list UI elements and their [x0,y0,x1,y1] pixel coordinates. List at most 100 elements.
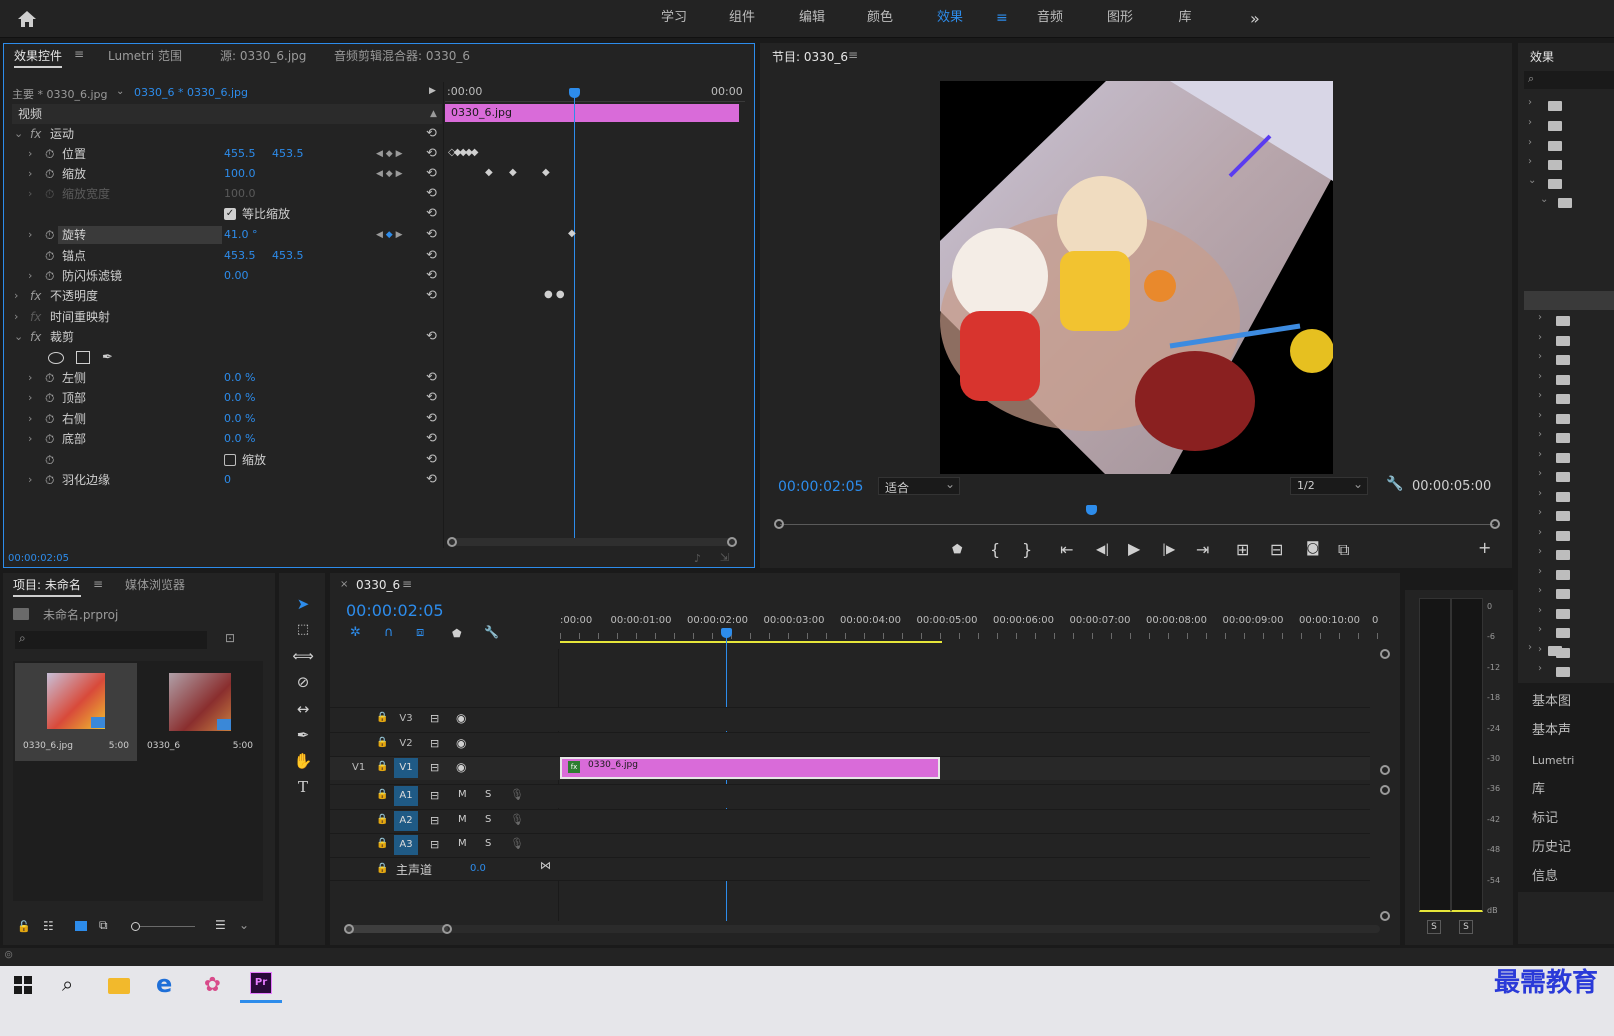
program-video-frame[interactable] [940,81,1333,474]
tab-source[interactable]: 源: 0330_6.jpg [220,44,306,68]
step-back-icon[interactable]: ◀| [1096,542,1109,556]
anchor-x[interactable]: 453.5 [224,246,256,266]
reset-icon[interactable]: ⟲ [426,225,437,245]
chevron-icon[interactable]: ⌄ [1528,175,1536,186]
program-scrubber[interactable] [774,505,1500,531]
crop-top-value[interactable]: 0.0 % [224,388,255,408]
stopwatch-icon[interactable]: ⏱ [45,388,54,408]
resolution-dropdown[interactable]: 1/2 ⌄ [1290,477,1368,495]
panel-menu-icon[interactable]: ≡ [93,577,103,591]
chevron-right-icon[interactable]: › [28,470,32,490]
selection-tool-icon[interactable]: ➤ [290,592,316,616]
lock-icon[interactable]: 🔒 [376,761,388,772]
chevron-right-icon[interactable]: › [1538,624,1542,635]
effects-folder[interactable]: › [1528,312,1614,331]
crop-row[interactable]: ⌄ fx 裁剪 ⟲ [12,327,442,347]
fx-icon[interactable]: fx [30,327,41,347]
lock-icon[interactable]: 🔒 [376,712,388,723]
effects-folder[interactable]: › [1528,527,1614,546]
opacity-row[interactable]: › fx 不透明度 ⟲ [12,286,442,306]
sync-lock-icon[interactable]: ⊟ [430,789,439,802]
v1-clip[interactable]: fx 0330_6.jpg [560,757,940,779]
crop-bottom-row[interactable]: › ⏱ 底部 0.0 % ⟲ [12,429,442,449]
app-icon[interactable]: ✿ [204,972,221,996]
add-marker-icon[interactable]: ⬟ [952,542,962,556]
workspace-learn[interactable]: 学习 [654,0,694,38]
effects-panel-item-library[interactable]: 库 [1522,776,1614,804]
ripple-edit-tool-icon[interactable]: ⟺ [290,644,316,668]
reset-icon[interactable]: ⟲ [426,327,437,347]
scroll-handle[interactable] [344,924,354,934]
workspace-effects[interactable]: 效果 [930,0,970,38]
chevron-right-icon[interactable]: › [1538,546,1542,557]
list-view-icon[interactable]: ☷ [43,919,54,933]
chevron-right-icon[interactable]: › [1538,351,1542,362]
crop-right-value[interactable]: 0.0 % [224,409,255,429]
lock-icon[interactable]: 🔒 [376,838,388,849]
linked-selection-icon[interactable]: ⧈ [416,625,424,640]
reset-icon[interactable]: ⟲ [426,429,437,449]
scale-value[interactable]: 100.0 [224,164,256,184]
reset-icon[interactable]: ⟲ [426,124,437,144]
effects-panel-item-history[interactable]: 历史记 [1522,834,1614,862]
zoom-checkbox[interactable] [224,454,236,466]
chevron-right-icon[interactable]: › [14,286,18,306]
timeline-h-scrollbar[interactable] [344,924,1380,934]
sync-lock-icon[interactable]: ⊟ [430,712,439,725]
tab-effect-controls[interactable]: 效果控件 [14,44,63,68]
workspace-edit[interactable]: 编辑 [792,0,832,38]
hand-tool-icon[interactable]: ✋ [290,749,316,773]
microphone-icon[interactable]: 🎙 [510,788,524,801]
chevron-right-icon[interactable]: › [1538,663,1542,674]
sync-lock-icon[interactable]: ⊟ [430,737,439,750]
find-icon[interactable]: ⊡ [225,631,235,645]
chevron-right-icon[interactable]: › [1538,507,1542,518]
feather-value[interactable]: 0 [224,470,231,490]
add-button-icon[interactable]: + [1478,538,1491,557]
chevron-down-icon[interactable]: ⌄ [14,327,23,347]
mute-button[interactable]: M [458,814,467,825]
compare-icon[interactable]: ⧉ [1338,540,1349,560]
track-target-v2[interactable]: V2 [394,734,418,754]
stopwatch-icon[interactable]: ⏱ [45,470,54,490]
scroll-handle[interactable] [1380,765,1390,775]
effects-panel-item-markers[interactable]: 标记 [1522,805,1614,833]
chevron-icon[interactable]: › [1528,137,1532,148]
mute-button[interactable]: M [458,789,467,800]
chevron-right-icon[interactable]: › [1538,488,1542,499]
effects-panel-item-lumetri[interactable]: Lumetri [1522,747,1614,775]
ec-playhead[interactable] [574,90,575,538]
sync-lock-icon[interactable]: ⊟ [430,838,439,851]
go-to-in-icon[interactable]: ⇤ [1060,540,1073,559]
microphone-icon[interactable]: 🎙 [510,813,524,826]
eye-icon[interactable]: ◉ [456,736,466,750]
effects-folder[interactable]: › [1528,390,1614,409]
scroll-handle[interactable] [442,924,452,934]
wrench-icon[interactable]: 🔧 [484,625,499,639]
pen-mask-icon[interactable]: ✒ [102,348,113,368]
project-item-sequence[interactable]: 0330_6 5:00 [139,663,261,761]
effects-title[interactable]: 效果 [1530,45,1554,69]
lock-icon[interactable]: 🔓 [17,920,31,933]
sync-lock-icon[interactable]: ⊟ [430,761,439,774]
chevron-right-icon[interactable]: › [1538,566,1542,577]
anchor-y[interactable]: 453.5 [272,246,304,266]
tab-lumetri-scopes[interactable]: Lumetri 范围 [108,44,182,68]
master-track-value[interactable]: 0.0 [470,863,486,874]
scale-keyframe[interactable]: ◆ [509,167,517,178]
work-area-bar[interactable] [560,641,942,643]
chevron-down-icon[interactable]: ⌄ [239,918,249,932]
tab-media-browser[interactable]: 媒体浏览器 [125,573,185,597]
track-target-a2[interactable]: A2 [394,811,418,831]
scroll-handle[interactable] [727,537,737,547]
uniform-scale-checkbox[interactable]: ✓ [224,208,236,220]
anti-flicker-value[interactable]: 0.00 [224,266,249,286]
position-row[interactable]: › ⏱ 位置 455.5 453.5 ◀ ◆ ▶ ⟲ [12,144,442,164]
ec-playhead-handle[interactable] [569,88,580,98]
anti-flicker-row[interactable]: › ⏱ 防闪烁滤镜 0.00 ⟲ [12,266,442,286]
chevron-right-icon[interactable]: › [14,307,18,327]
chevron-right-icon[interactable]: › [28,388,32,408]
freeform-view-icon[interactable]: ⧉ [99,918,108,933]
reset-icon[interactable]: ⟲ [426,388,437,408]
chevron-right-icon[interactable]: › [1538,410,1542,421]
